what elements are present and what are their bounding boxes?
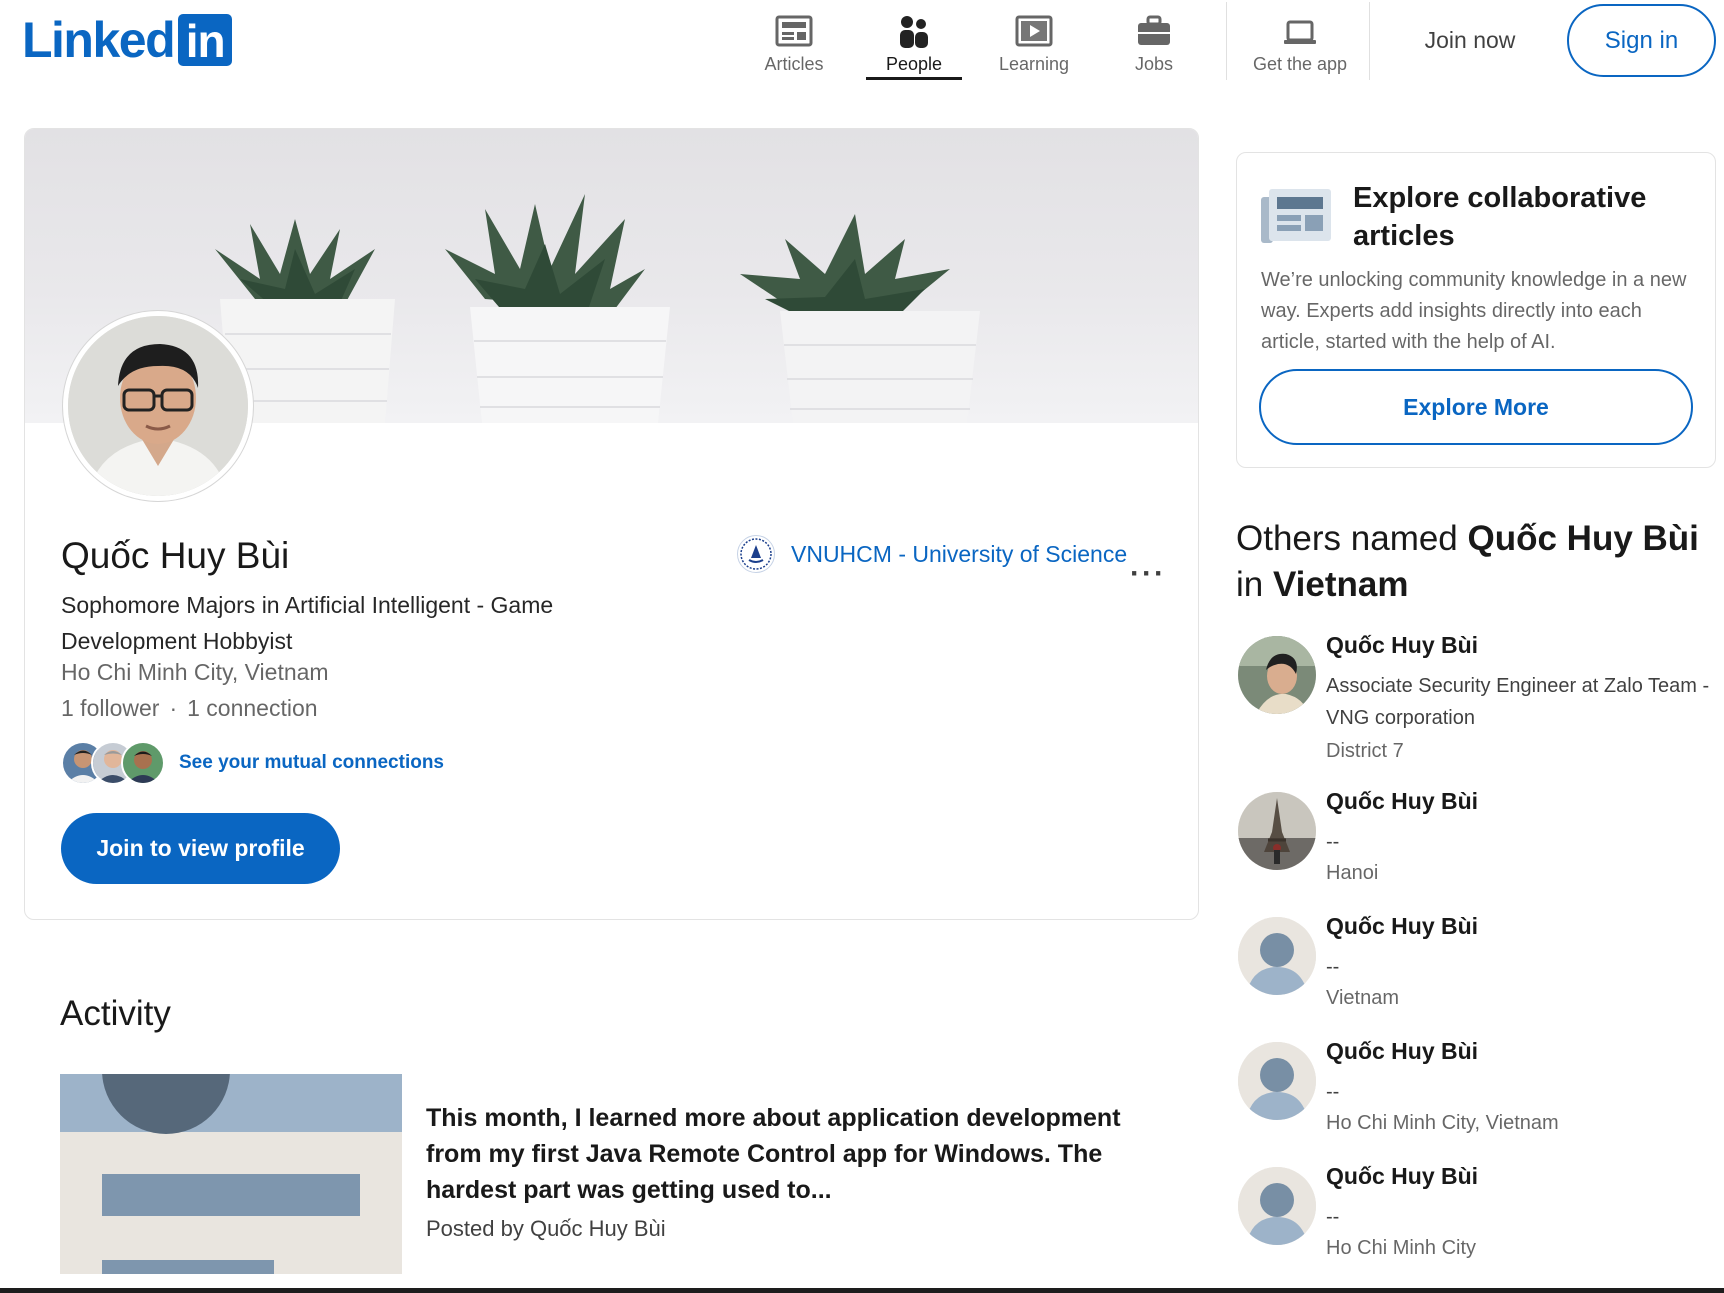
activity-post-thumbnail[interactable] (60, 1074, 402, 1274)
activity-heading: Activity (60, 994, 171, 1033)
person-headline: -- (1326, 831, 1340, 853)
person-name[interactable]: Quốc Huy Bùi (1326, 913, 1478, 940)
other-person-item[interactable]: Quốc Huy Bùi -- Ho Chi Minh City (1238, 1163, 1708, 1267)
school-logo-icon (737, 535, 775, 573)
others-title-prefix: Others named (1236, 519, 1468, 558)
sign-in-button[interactable]: Sign in (1567, 4, 1716, 77)
nav-divider (1226, 2, 1227, 80)
other-person-item[interactable]: Quốc Huy Bùi -- Vietnam (1238, 913, 1708, 1017)
explore-articles-card: Explore collaborative articles We’re unl… (1236, 152, 1716, 468)
other-person-item[interactable]: Quốc Huy Bùi -- Hanoi (1238, 788, 1708, 892)
profile-stats: 1 follower · 1 connection (61, 695, 318, 722)
other-person-item[interactable]: Quốc Huy Bùi -- Ho Chi Minh City, Vietna… (1238, 1038, 1708, 1142)
nav-people-label: People (885, 54, 943, 74)
stats-separator: · (169, 695, 178, 721)
learning-icon (1015, 15, 1053, 47)
nav-articles[interactable]: Articles (746, 8, 842, 80)
person-avatar-placeholder[interactable] (1238, 1167, 1316, 1245)
person-location: Ho Chi Minh City (1326, 1237, 1477, 1259)
nav-jobs[interactable]: Jobs (1106, 8, 1202, 80)
profile-headline: Sophomore Majors in Artificial Intellige… (61, 592, 554, 654)
explore-card-description: We’re unlocking community knowledge in a… (1261, 269, 1687, 353)
nav-get-the-app-label: Get the app (1252, 54, 1348, 74)
join-now-link[interactable]: Join now (1410, 20, 1530, 60)
person-avatar-placeholder[interactable] (1238, 917, 1316, 995)
person-avatar[interactable] (1238, 636, 1316, 714)
explore-card-title: Explore collaborative articles (1353, 182, 1647, 252)
nav-jobs-label: Jobs (1134, 54, 1174, 74)
people-icon (900, 16, 928, 48)
person-name[interactable]: Quốc Huy Bùi (1326, 632, 1478, 659)
profile-photo[interactable] (63, 311, 253, 501)
others-title-name: Quốc Huy Bùi (1467, 519, 1699, 558)
others-title-place: Vietnam (1272, 565, 1409, 604)
person-name[interactable]: Quốc Huy Bùi (1326, 1038, 1478, 1065)
more-options-button[interactable]: ··· (1123, 559, 1173, 599)
person-location: Hanoi (1326, 862, 1379, 884)
follower-count: 1 follower (61, 695, 160, 721)
collaborative-articles-icon (1261, 189, 1331, 243)
person-avatar[interactable] (1238, 792, 1316, 870)
activity-post-text[interactable]: This month, I learned more about applica… (426, 1100, 1126, 1208)
person-location: Ho Chi Minh City, Vietnam (1326, 1112, 1559, 1134)
person-location: District 7 (1326, 740, 1404, 762)
logo-in-badge: in (178, 14, 233, 67)
person-headline: -- (1326, 1081, 1340, 1103)
education-school[interactable]: VNUHCM - University of Science (737, 535, 1127, 573)
activity-posted-by: Posted by Quốc Huy Bùi (426, 1216, 666, 1241)
jobs-icon (1138, 15, 1170, 45)
others-named-heading: Others named Quốc Huy Bùi in Vietnam (1236, 516, 1716, 608)
person-name[interactable]: Quốc Huy Bùi (1326, 1163, 1478, 1190)
other-person-item[interactable]: Quốc Huy Bùi Associate Security Engineer… (1238, 632, 1710, 766)
mutual-connections[interactable]: See your mutual connections (61, 741, 444, 785)
person-location: Vietnam (1326, 987, 1400, 1009)
window-bottom-edge (0, 1288, 1724, 1293)
nav-people[interactable]: People (866, 8, 962, 80)
profile-card: ··· Quốc Huy Bùi Sophomore Majors in Art… (24, 128, 1199, 920)
person-headline: -- (1326, 956, 1340, 978)
person-headline: -- (1326, 1206, 1340, 1228)
person-headline: Associate Security Engineer at Zalo Team… (1326, 675, 1710, 729)
nav-learning-label: Learning (998, 54, 1070, 74)
others-title-mid: in (1236, 565, 1273, 604)
connection-count: 1 connection (187, 695, 318, 721)
nav-articles-label: Articles (764, 54, 824, 74)
person-avatar-placeholder[interactable] (1238, 1042, 1316, 1120)
join-to-view-profile-button[interactable]: Join to view profile (61, 813, 340, 884)
top-navigation-bar: Linked in Articles People Learning Jobs … (0, 0, 1724, 92)
profile-location: Ho Chi Minh City, Vietnam (61, 659, 329, 685)
see-mutual-connections-link[interactable]: See your mutual connections (179, 752, 444, 774)
school-name-link[interactable]: VNUHCM - University of Science (791, 541, 1127, 568)
nav-get-the-app[interactable]: Get the app (1250, 8, 1350, 80)
profile-name: Quốc Huy Bùi (61, 535, 290, 576)
articles-icon (775, 15, 813, 47)
explore-more-button[interactable]: Explore More (1259, 369, 1693, 445)
person-name[interactable]: Quốc Huy Bùi (1326, 788, 1478, 815)
linkedin-logo[interactable]: Linked in (22, 12, 233, 68)
mutual-avatar (121, 741, 165, 785)
logo-wordmark: Linked (22, 12, 176, 68)
get-app-icon (1284, 20, 1316, 44)
nav-divider (1369, 2, 1370, 80)
nav-learning[interactable]: Learning (986, 8, 1082, 80)
